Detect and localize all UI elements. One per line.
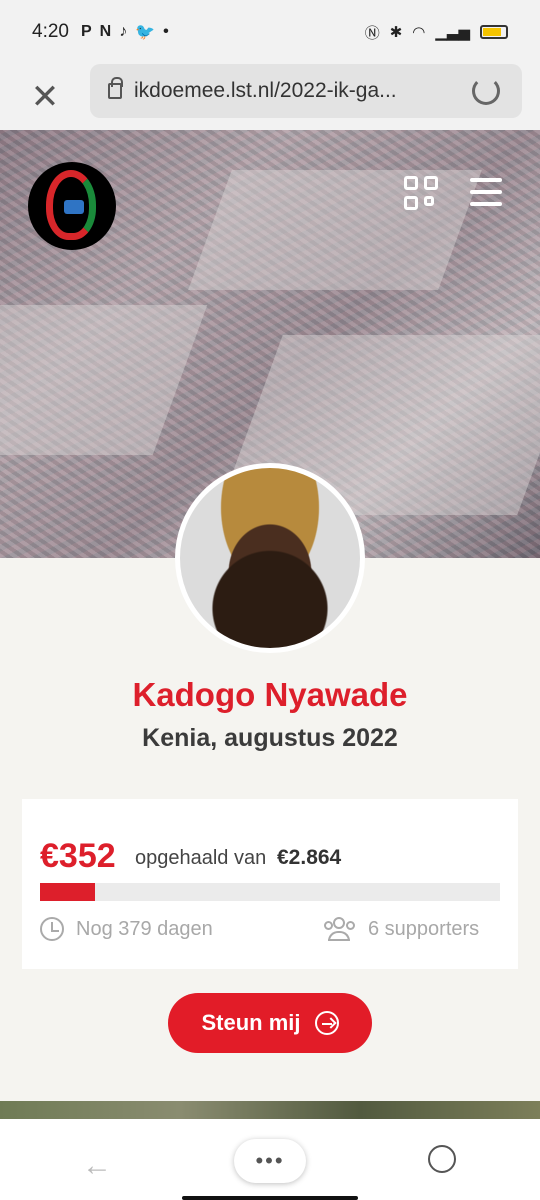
progress-fill (40, 883, 96, 901)
signal-icon: ▁▃▅ (435, 24, 470, 41)
tiktok-icon: ♪ (119, 23, 128, 40)
nfc-icon: Ⓝ (364, 24, 380, 42)
lock-icon (108, 77, 123, 99)
system-icons: Ⓝ ✱ ◠ ▁▃▅ (365, 22, 508, 43)
app-n-icon: N (99, 23, 112, 40)
twitter-icon: 🐦 (135, 24, 156, 41)
days-left: Nog 379 dagen (76, 918, 213, 940)
raised-amount: €352 (40, 837, 116, 875)
home-indicator (182, 1196, 358, 1200)
browser-toolbar: ✕ ikdoemee.lst.nl/2022-ik-ga... (0, 64, 540, 130)
support-me-label: Steun mij (201, 1010, 301, 1035)
close-icon[interactable]: ✕ (0, 64, 90, 130)
profile-subtitle: Kenia, augustus 2022 (142, 724, 398, 752)
fundraising-card: €352 opgehaald van €2.864 Nog 379 dagen … (22, 799, 518, 969)
supporters-icon (324, 917, 356, 941)
goal-amount: €2.864 (277, 846, 342, 869)
more-notifications-icon: • (163, 23, 169, 40)
notification-icons: P N ♪ 🐦 • (81, 22, 169, 42)
organization-logo[interactable] (28, 162, 116, 250)
raised-label: opgehaald van (135, 847, 267, 869)
url-text: ikdoemee.lst.nl/2022-ik-ga... (134, 79, 397, 102)
status-time: 4:20 (32, 21, 69, 42)
arrow-right-circle-icon (314, 1011, 339, 1035)
battery-icon (480, 25, 508, 39)
hero-banknote-band (0, 305, 208, 455)
status-bar: 4:20 P N ♪ 🐦 • Ⓝ ✱ ◠ ▁▃▅ (0, 0, 540, 64)
address-bar[interactable]: ikdoemee.lst.nl/2022-ik-ga... (90, 64, 522, 118)
support-me-button[interactable]: Steun mij (168, 993, 372, 1053)
browser-bottom-nav: ← ••• (0, 1119, 540, 1200)
clock-icon (40, 917, 64, 941)
qr-code-icon[interactable] (404, 176, 442, 214)
more-options-button[interactable]: ••• (234, 1139, 306, 1183)
profile-name: Kadogo Nyawade (132, 676, 408, 713)
back-arrow-icon[interactable]: ← (82, 1149, 112, 1183)
menu-icon[interactable] (470, 178, 502, 208)
app-p-icon: P (80, 23, 92, 40)
avatar (175, 463, 365, 653)
logo-center (64, 200, 84, 214)
progress-bar (40, 883, 500, 901)
supporters-count: 6 supporters (368, 918, 480, 940)
globe-icon[interactable] (428, 1145, 456, 1173)
reload-icon[interactable] (472, 77, 500, 105)
bluetooth-icon: ✱ (389, 24, 403, 41)
next-section-image (0, 1101, 540, 1119)
wifi-icon: ◠ (412, 24, 426, 41)
